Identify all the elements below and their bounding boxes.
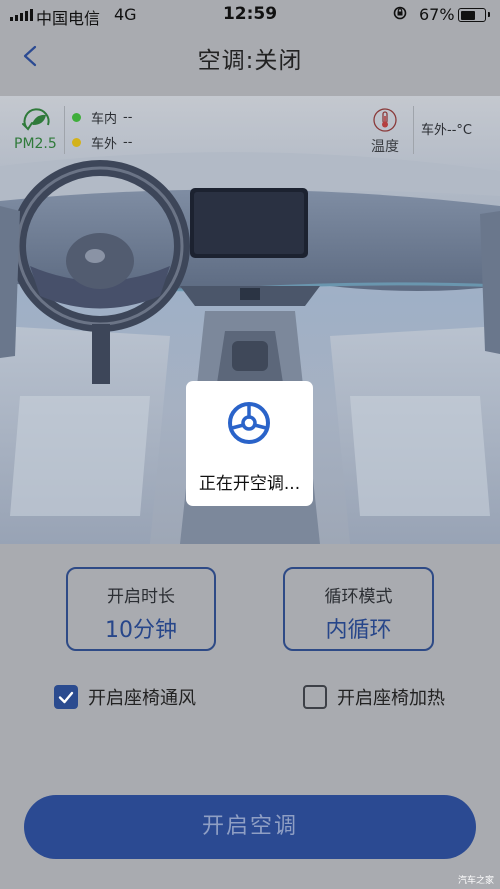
start-ac-button[interactable]: 开启空调 (24, 795, 476, 859)
watermark: 汽车之家 (457, 876, 494, 886)
checkmark-icon (58, 691, 74, 704)
outside-value: -- (123, 135, 133, 150)
steering-wheel-icon (228, 402, 270, 444)
thermometer-icon (373, 108, 397, 132)
inside-value: -- (123, 110, 133, 125)
status-dot-yellow (72, 138, 81, 147)
inside-air-quality: 车内 -- (72, 108, 132, 127)
duration-value: 10分钟 (105, 618, 177, 643)
seat-heat-option[interactable]: 开启座椅加热 (303, 684, 445, 710)
outside-label: 车外 (91, 137, 118, 152)
loading-text: 正在开空调... (198, 474, 301, 494)
outside-temperature: 车外--°C (421, 123, 472, 138)
battery-icon (458, 8, 490, 22)
temperature-label: 温度 (371, 139, 399, 155)
inside-label: 车内 (91, 112, 118, 127)
seat-heat-label: 开启座椅加热 (337, 688, 445, 709)
cycle-mode-label: 循环模式 (324, 587, 393, 607)
nav-bar: 空调:关闭 (0, 30, 500, 84)
status-dot-green (72, 113, 81, 122)
divider (413, 106, 414, 154)
pm25-label: PM2.5 (14, 136, 57, 152)
page-title: 空调:关闭 (197, 48, 303, 74)
outside-air-quality: 车外 -- (72, 133, 132, 152)
loading-toast: 正在开空调... (186, 381, 313, 506)
seat-vent-checkbox[interactable] (54, 685, 78, 709)
status-bar: 中国电信 4G 12:59 67% (0, 0, 500, 30)
battery-percent: 67% (419, 5, 455, 24)
pm25-leaf-icon (22, 108, 50, 131)
seat-vent-label: 开启座椅通风 (88, 688, 196, 709)
seat-vent-option[interactable]: 开启座椅通风 (54, 684, 196, 710)
seat-heat-checkbox[interactable] (303, 685, 327, 709)
rotation-lock-icon (393, 6, 407, 20)
duration-card[interactable]: 开启时长 10分钟 (66, 567, 216, 651)
divider (64, 106, 65, 154)
duration-label: 开启时长 (107, 587, 175, 607)
cycle-mode-card[interactable]: 循环模式 内循环 (283, 567, 434, 651)
cycle-mode-value: 内循环 (325, 618, 392, 643)
